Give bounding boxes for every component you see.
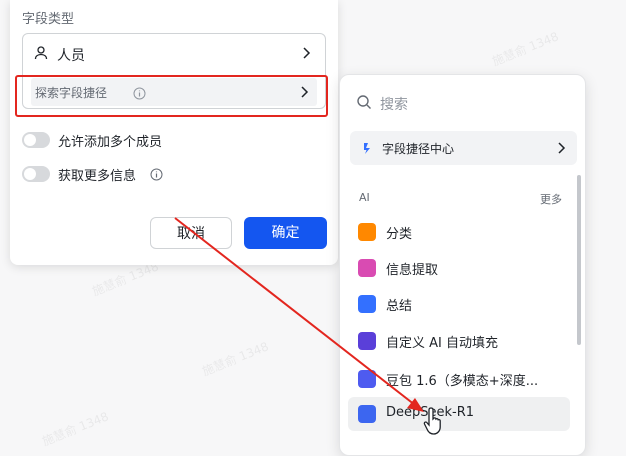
menu-item-classify[interactable]: 分类 [348,215,570,249]
doubao-icon [358,370,376,388]
more-info-label: 获取更多信息 [58,169,137,184]
watermark: 施慧俞 1348 [200,339,271,379]
menu-item-label: 分类 [386,227,413,242]
shortcut-dropdown: 搜索 字段捷径中心 AI 更多 分类 信息提取 总结 自定义 AI 自动填充 豆… [339,74,586,456]
more-link[interactable]: 更多 [540,191,562,207]
extract-icon [358,259,376,277]
menu-item-summary[interactable]: 总结 [348,287,570,321]
menu-item-deepseek[interactable]: DeepSeek-R1 [348,397,570,431]
field-type-row[interactable]: 人员 [23,34,325,74]
shortcut-center-label: 字段捷径中心 [382,142,455,156]
cancel-button[interactable]: 取消 [150,217,232,249]
menu-item-label: 信息提取 [386,263,439,278]
summary-icon [358,295,376,313]
search-icon [356,94,372,114]
menu-item-label: 豆包 1.6（多模态+深度... [386,374,539,389]
chevron-right-icon [299,43,315,67]
menu-item-custom-ai[interactable]: 自定义 AI 自动填充 [348,324,570,358]
hand-cursor-icon [423,406,447,440]
watermark: 施慧俞 1348 [490,29,561,69]
watermark: 施慧俞 1348 [40,409,111,449]
more-info-toggle[interactable] [22,166,50,182]
shortcut-center-icon [360,140,376,160]
field-type-label: 字段类型 [22,12,75,27]
ai-group-label: AI [359,191,370,204]
field-type-value: 人员 [57,48,85,64]
allow-multiple-toggle[interactable] [22,132,50,148]
person-icon [33,45,49,65]
field-settings-panel: 字段类型 人员 探索字段捷径 允许添加多个成员 获取更多信息 取消 确定 [10,0,338,265]
shortcut-center-item[interactable]: 字段捷径中心 [350,131,577,165]
allow-multiple-label: 允许添加多个成员 [58,135,163,150]
menu-item-label: 总结 [386,299,413,314]
menu-item-label: 自定义 AI 自动填充 [386,336,498,351]
chevron-right-icon [555,139,569,161]
classify-icon [358,223,376,241]
menu-item-doubao[interactable]: 豆包 1.6（多模态+深度... [348,362,570,396]
menu-item-extract[interactable]: 信息提取 [348,251,570,285]
info-icon [150,166,163,185]
deepseek-icon [358,405,376,423]
highlight-box [15,75,328,117]
scrollbar[interactable] [577,175,581,345]
search-input[interactable]: 搜索 [380,94,408,114]
confirm-button[interactable]: 确定 [244,217,327,249]
custom-ai-icon [358,332,376,350]
